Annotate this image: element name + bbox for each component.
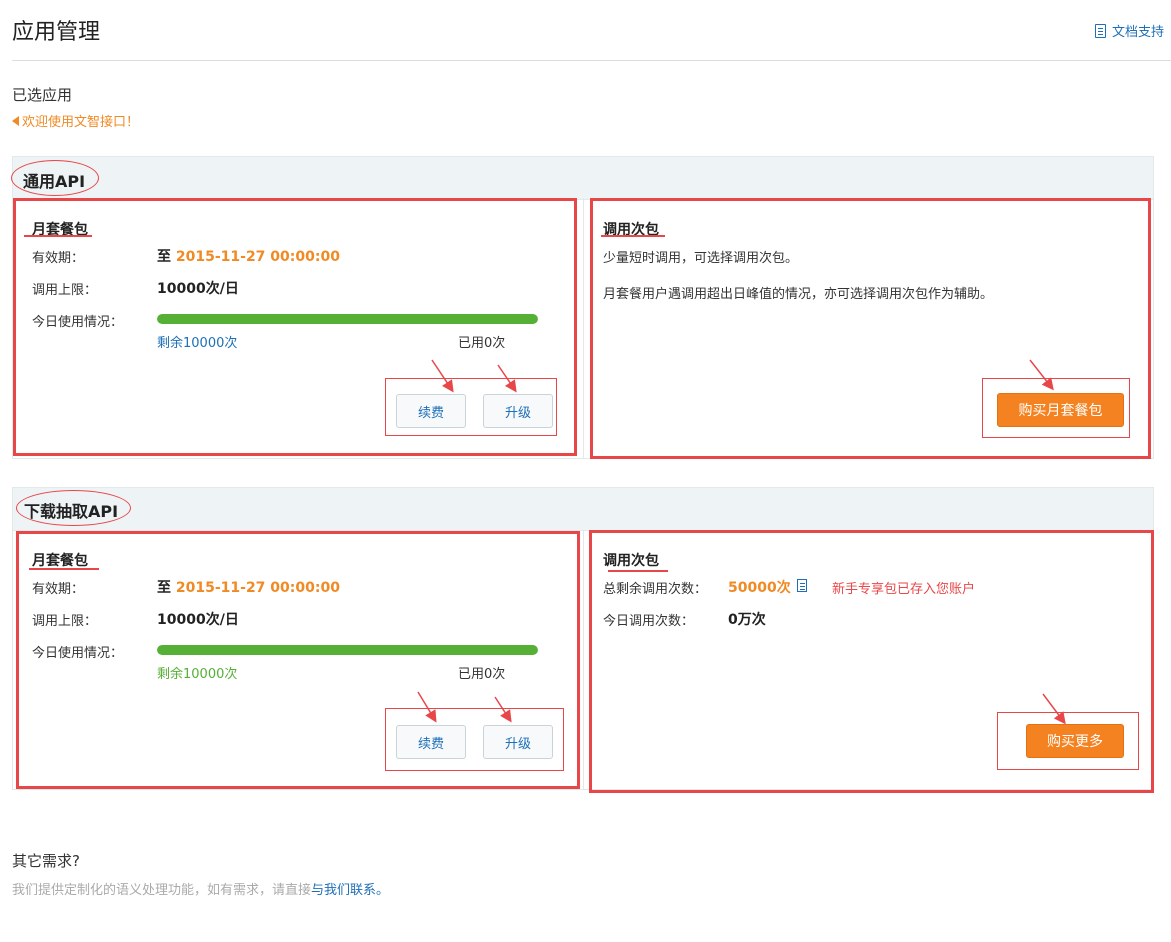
validity-value: 至 2015-11-27 00:00:00	[157, 249, 340, 265]
today-calls-value: 0万次	[728, 612, 766, 628]
title-underline	[608, 570, 668, 572]
doc-support-label: 文档支持	[1112, 25, 1165, 40]
usage-label: 今日使用情况：	[32, 315, 124, 330]
limit-label: 调用上限：	[32, 283, 98, 298]
contact-us-link[interactable]: 与我们联系。	[311, 883, 389, 898]
document-icon	[1095, 23, 1106, 38]
details-icon[interactable]	[797, 579, 807, 592]
today-calls-label: 今日调用次数：	[603, 614, 695, 629]
pack-description-1: 少量短时调用，可选择调用次包。	[603, 251, 799, 266]
renew-button[interactable]: 续费	[396, 725, 466, 759]
card-divider	[583, 530, 584, 790]
pack-title: 调用次包	[603, 553, 659, 569]
usage-progress-fill	[157, 314, 538, 324]
remaining-count: 剩余10000次	[157, 336, 238, 351]
buy-more-button[interactable]: 购买更多	[1026, 724, 1124, 758]
welcome-notice: 欢迎使用文智接口！	[12, 111, 139, 130]
usage-progress-fill	[157, 645, 538, 655]
newbie-pack-note: 新手专享包已存入您账户	[832, 582, 976, 597]
section-title: 下载抽取API	[24, 502, 119, 521]
welcome-text: 欢迎使用文智接口！	[22, 115, 140, 130]
upgrade-button[interactable]: 升级	[483, 725, 553, 759]
other-needs-description: 我们提供定制化的语义处理功能，如有需求，请直接与我们联系。	[12, 879, 389, 898]
title-underline	[601, 235, 665, 237]
annotation-arrows	[417, 359, 1066, 725]
section-header	[13, 488, 1153, 531]
usage-progress-bar	[157, 645, 538, 655]
doc-support-link[interactable]: 文档支持	[1095, 21, 1164, 40]
monthly-title: 月套餐包	[32, 553, 88, 569]
validity-label: 有效期：	[32, 582, 85, 597]
total-remaining-value: 50000次	[728, 580, 791, 596]
used-count: 已用0次	[458, 336, 506, 351]
speaker-icon	[12, 115, 19, 126]
usage-label: 今日使用情况：	[32, 646, 124, 661]
card-divider	[583, 198, 584, 458]
buy-monthly-package-button[interactable]: 购买月套餐包	[997, 393, 1124, 427]
pack-description-2: 月套餐用户遇调用超出日峰值的情况，亦可选择调用次包作为辅助。	[603, 287, 994, 302]
upgrade-button[interactable]: 升级	[483, 394, 553, 428]
other-needs-text: 我们提供定制化的语义处理功能，如有需求，请直接	[12, 883, 312, 898]
other-needs-title: 其它需求?	[12, 852, 80, 870]
validity-value: 至 2015-11-27 00:00:00	[157, 580, 340, 596]
page-title: 应用管理	[12, 20, 101, 45]
selected-apps-label: 已选应用	[12, 86, 73, 104]
limit-value: 10000次/日	[157, 612, 239, 628]
remaining-count: 剩余10000次	[157, 667, 238, 682]
renew-button[interactable]: 续费	[396, 394, 466, 428]
title-underline	[24, 235, 92, 237]
total-remaining-label: 总剩余调用次数：	[603, 582, 708, 597]
section-header	[13, 157, 1153, 200]
used-count: 已用0次	[458, 667, 506, 682]
limit-label: 调用上限：	[32, 614, 98, 629]
validity-label: 有效期：	[32, 251, 85, 266]
title-underline	[29, 568, 99, 570]
section-title: 通用API	[23, 172, 86, 191]
usage-progress-bar	[157, 314, 538, 324]
header-divider	[12, 60, 1171, 61]
limit-value: 10000次/日	[157, 281, 239, 297]
